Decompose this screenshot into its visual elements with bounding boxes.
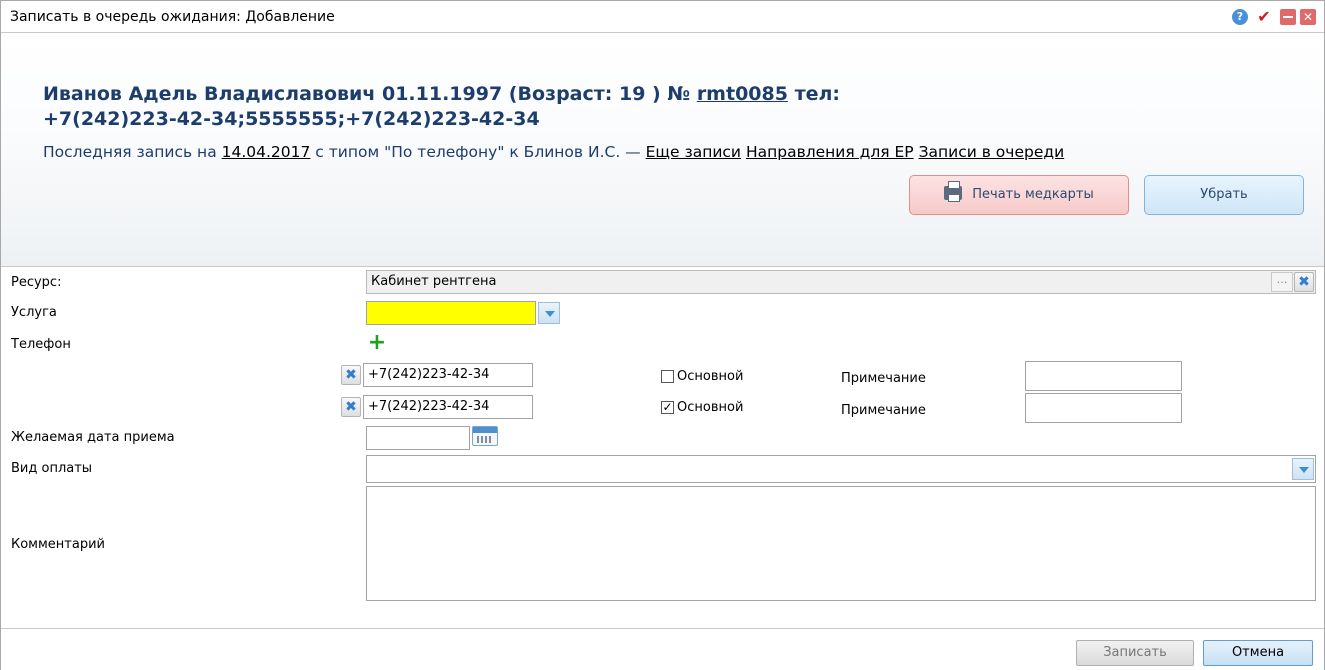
phone-label-form: Телефон [11,337,71,352]
note-field[interactable] [1025,361,1182,391]
service-dropdown-icon[interactable] [538,302,560,324]
record-number-link[interactable]: rmt0085 [697,83,788,105]
minimize-icon[interactable] [1280,9,1296,25]
payment-field[interactable] [366,455,1316,483]
title-bar: Записать в очередь ожидания: Добавление … [1,1,1324,33]
dialog-footer: Записать Отмена [1,628,1324,670]
remove-phone-icon[interactable]: ✖ [341,365,361,385]
comment-label: Комментарий [11,537,105,552]
resource-clear-icon[interactable]: ✖ [1294,272,1314,292]
remove-phone-icon[interactable]: ✖ [341,397,361,417]
resource-label: Ресурс: [11,275,62,290]
main-phone-label: Основной [677,369,744,384]
desired-date-field[interactable] [366,426,470,450]
payment-dropdown-icon[interactable] [1292,458,1314,480]
more-records-link[interactable]: Еще записи [646,143,741,161]
directions-link[interactable]: Направления для ЕР [746,143,914,161]
dialog-window: Записать в очередь ожидания: Добавление … [0,0,1325,670]
last-record-middle: с типом "По телефону" к Блинов И.С. — [310,143,646,161]
save-button[interactable]: Записать [1076,640,1194,666]
patient-info: Иванов Адель Владиславович 01.11.1997 (В… [43,82,1303,132]
patient-phones: +7(242)223-42-34;5555555;+7(242)223-42-3… [43,108,540,130]
resource-select-button[interactable]: … [1271,272,1293,292]
last-record-prefix: Последняя запись на [43,143,222,161]
note-label: Примечание [841,403,926,418]
comment-textarea[interactable] [366,486,1316,601]
print-medcard-button[interactable]: Печать медкарты [909,175,1129,215]
printer-icon [944,181,963,202]
help-icon[interactable]: ? [1232,9,1248,25]
last-record-line: Последняя запись на 14.04.2017 с типом "… [43,143,1323,161]
queue-records-link[interactable]: Записи в очереди [919,143,1065,161]
note-field[interactable] [1025,393,1182,423]
main-phone-checkbox[interactable] [661,370,674,383]
desired-date-label: Желаемая дата приема [11,430,175,445]
title-bar-icons: ? ✔ ✕ [1232,9,1316,27]
main-phone-checkbox[interactable]: ✓ [661,401,674,414]
phone-number-field[interactable]: +7(242)223-42-34 [363,363,533,387]
window-title: Записать в очередь ожидания: Добавление [10,9,335,25]
calendar-icon[interactable] [472,426,498,446]
resource-field[interactable]: Кабинет рентгена [366,270,1316,294]
service-label: Услуга [11,305,57,320]
check-icon[interactable]: ✔ [1256,9,1272,25]
remove-button-label: Убрать [1200,187,1248,202]
add-phone-icon[interactable]: + [367,332,387,354]
service-field[interactable] [366,301,536,325]
close-icon[interactable]: ✕ [1300,9,1316,25]
patient-name-text: Иванов Адель Владиславович 01.11.1997 (В… [43,83,697,105]
payment-label: Вид оплаты [11,461,93,476]
main-phone-label: Основной [677,400,744,415]
remove-button[interactable]: Убрать [1144,175,1304,215]
print-medcard-label: Печать медкарты [972,187,1094,202]
note-label: Примечание [841,371,926,386]
cancel-button[interactable]: Отмена [1203,640,1313,666]
phone-label: тел: [787,83,840,105]
phone-number-field[interactable]: +7(242)223-42-34 [363,395,533,419]
last-record-date-link[interactable]: 14.04.2017 [222,143,311,161]
